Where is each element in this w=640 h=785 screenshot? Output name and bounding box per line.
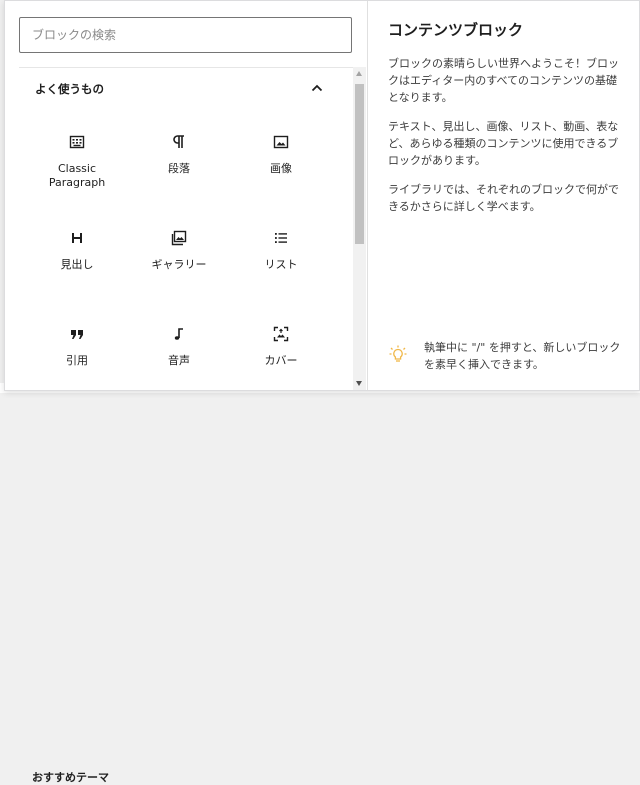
gallery-icon: [171, 230, 187, 246]
block-item-audio[interactable]: 音声: [129, 310, 229, 391]
block-label: 画像: [270, 162, 292, 175]
block-item-gallery[interactable]: ギャラリー: [129, 214, 229, 302]
block-preview-panel: コンテンツブロック ブロックの素晴らしい世界へようこそ！ブロックはエディター内の…: [368, 1, 639, 390]
preview-title: コンテンツブロック: [388, 21, 524, 39]
inserter-left-panel: よく使うもの Classic Paragraph: [5, 1, 367, 390]
block-item-paragraph[interactable]: 段落: [129, 118, 229, 206]
audio-icon: [174, 328, 183, 340]
scrollbar[interactable]: [353, 67, 366, 390]
block-item-classic[interactable]: Classic Paragraph: [27, 118, 127, 206]
preview-paragraph: ライブラリでは、それぞれのブロックで何ができるかさらに詳しく学べます。: [388, 183, 619, 213]
block-list-scroll-area[interactable]: よく使うもの Classic Paragraph 段落 画像 見出し ギャラリー…: [19, 67, 353, 391]
scrollbar-thumb[interactable]: [355, 84, 364, 244]
block-item-quote[interactable]: 引用: [27, 310, 127, 391]
block-label: 段落: [168, 162, 190, 175]
block-item-image[interactable]: 画像: [231, 118, 331, 206]
scroll-up-arrow[interactable]: [356, 71, 362, 76]
classic-icon: [69, 135, 85, 149]
block-item-heading[interactable]: 見出し: [27, 214, 127, 302]
block-label: カバー: [264, 354, 298, 367]
preview-paragraph: テキスト、見出し、画像、リスト、動画、表など、あらゆる種類のコンテンツに使用でき…: [388, 120, 619, 167]
background-partial-text: おすすめテーマ: [32, 771, 109, 784]
tip-text: 執筆中に "/" を押すと、新しいブロックを素早く挿入できます。: [424, 341, 621, 371]
block-inserter-popover: よく使うもの Classic Paragraph: [4, 0, 640, 391]
block-item-cover[interactable]: カバー: [231, 310, 331, 391]
quote-icon: [71, 330, 83, 339]
block-label: 音声: [168, 354, 190, 367]
block-label: リスト: [264, 258, 298, 271]
preview-paragraph: ブロックの素晴らしい世界へようこそ！ブロックはエディター内のすべてのコンテンツの…: [388, 57, 619, 104]
image-icon: [273, 135, 289, 149]
cover-icon: [273, 326, 289, 342]
block-label: Classic Paragraph: [48, 162, 106, 189]
panel-title: よく使うもの: [35, 82, 104, 96]
lightbulb-icon: [389, 345, 407, 362]
list-icon: [275, 233, 287, 243]
block-label: 見出し: [60, 258, 94, 271]
block-search-input[interactable]: [19, 17, 352, 53]
block-label: 引用: [66, 354, 88, 367]
paragraph-icon: [173, 135, 184, 148]
chevron-up-icon[interactable]: [311, 83, 323, 93]
block-label: ギャラリー: [151, 258, 207, 271]
heading-icon: [72, 233, 82, 243]
block-item-list[interactable]: リスト: [231, 214, 331, 302]
scroll-down-arrow[interactable]: [356, 381, 362, 386]
